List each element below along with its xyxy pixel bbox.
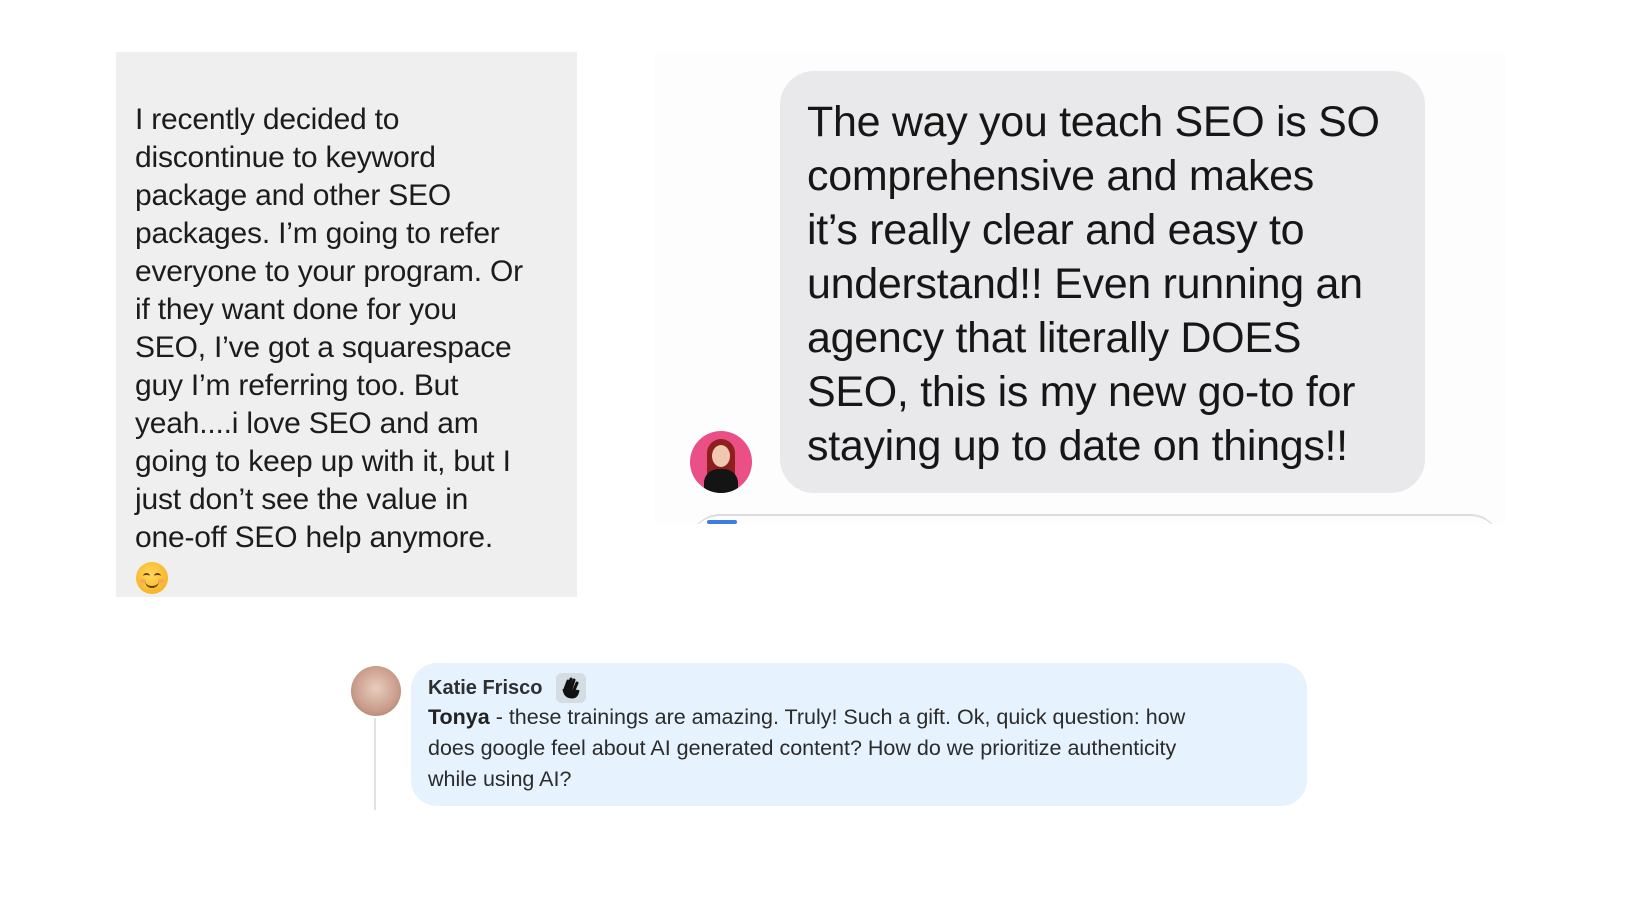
left-message-text: I recently decided to discontinue to key…	[135, 103, 523, 554]
comment-author-name[interactable]: Katie Frisco	[428, 673, 542, 703]
input-accent-mark	[707, 520, 737, 524]
right-message-area: The way you teach SEO is SO comprehensiv…	[655, 52, 1505, 524]
comment-body: - these trainings are amazing. Truly! Su…	[428, 705, 1186, 791]
thread-line	[374, 718, 376, 810]
left-message-bubble: I recently decided to discontinue to key…	[116, 52, 577, 597]
comment-bubble: Katie Frisco Tonya - these trainings are…	[411, 663, 1307, 806]
commenter-avatar[interactable]	[351, 666, 401, 716]
comment-mention[interactable]: Tonya	[428, 705, 490, 729]
message-input-edge	[690, 514, 1500, 524]
right-message-text: The way you teach SEO is SO comprehensiv…	[807, 98, 1380, 470]
cropped-text-fragment	[286, 52, 426, 56]
sender-avatar[interactable]	[690, 431, 752, 493]
comment-text: Tonya - these trainings are amazing. Tru…	[428, 702, 1278, 795]
waving-hand-icon	[556, 673, 586, 703]
smiling-face-emoji-icon	[136, 562, 168, 594]
right-message-bubble: The way you teach SEO is SO comprehensiv…	[780, 71, 1425, 493]
